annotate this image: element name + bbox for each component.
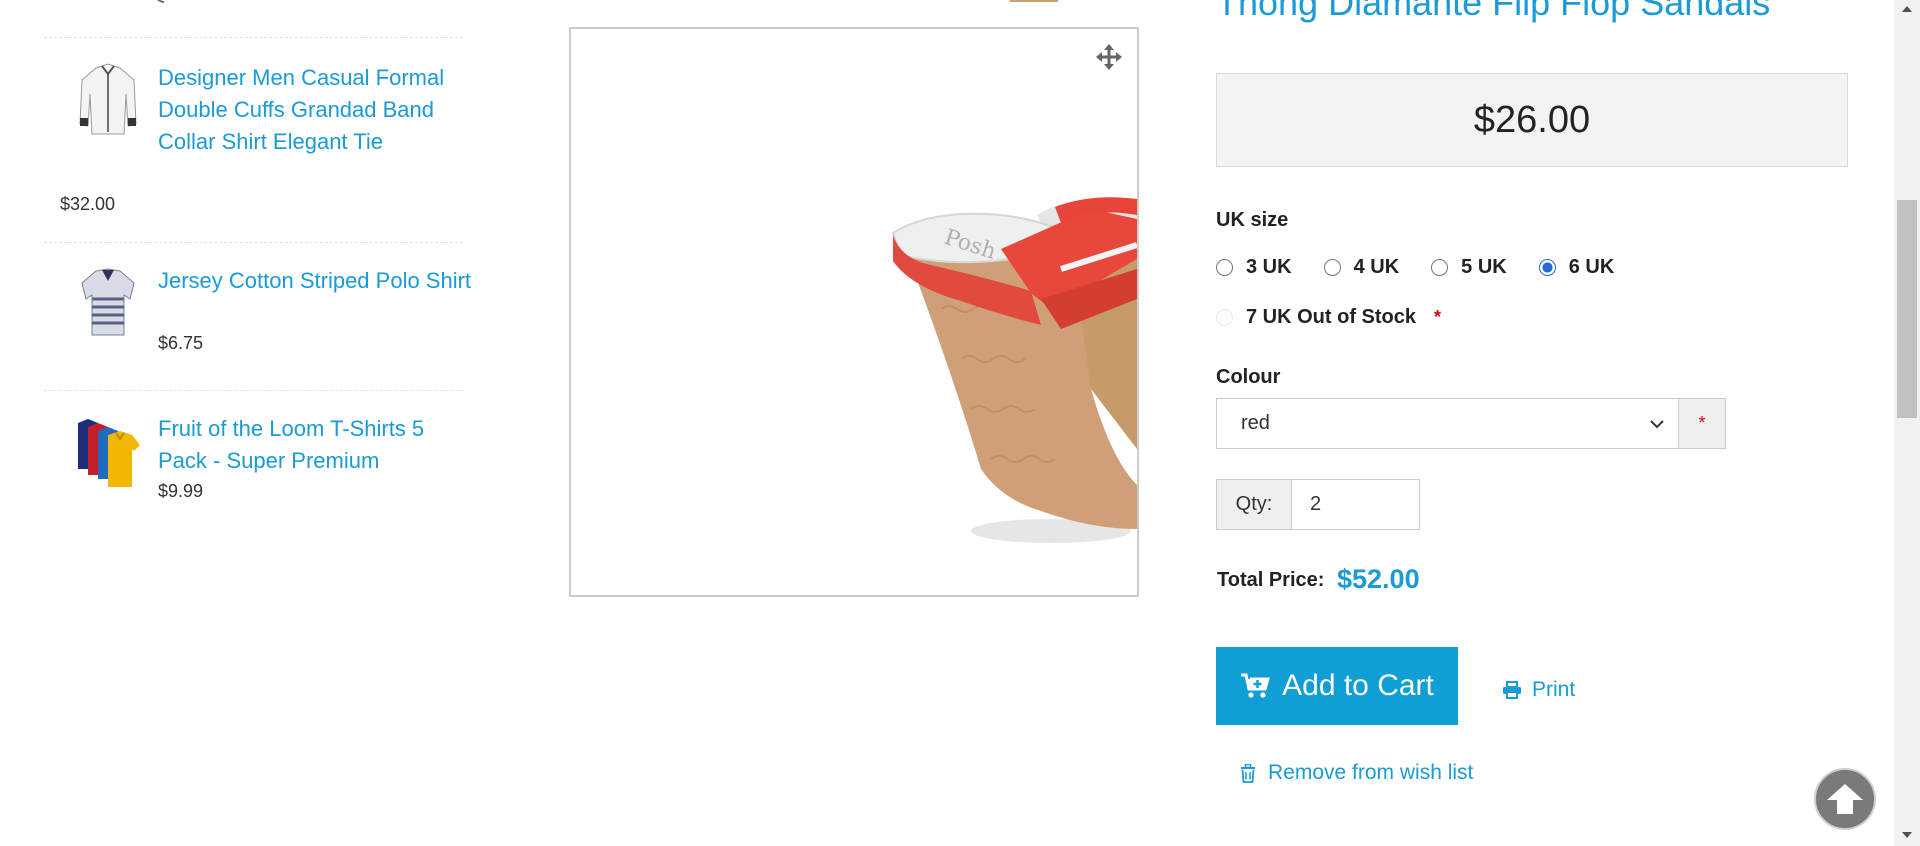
qty-label: Qty: <box>1216 479 1292 530</box>
total-price-value: $52.00 <box>1337 564 1420 594</box>
size-option-3uk[interactable]: 3 UK <box>1216 256 1292 279</box>
truncated-glyph <box>154 0 168 4</box>
sidebar-product-link[interactable]: Designer Men Casual Formal Double Cuffs … <box>158 62 478 158</box>
product-title: Thong Diamante Flip Flop Sandals <box>1216 0 1771 23</box>
polo-shirt-thumbnail[interactable] <box>74 263 142 341</box>
product-price: $26.00 <box>1473 98 1591 141</box>
add-to-cart-label: Add to Cart <box>1282 669 1434 702</box>
sidebar-product-price: $32.00 <box>60 194 116 214</box>
size-radio-3uk[interactable] <box>1216 259 1233 276</box>
price-box: $26.00 <box>1216 73 1848 167</box>
size-option-label: 5 UK <box>1461 256 1507 278</box>
sidebar-product-price: $6.75 <box>158 333 204 353</box>
size-radio-5uk[interactable] <box>1431 259 1449 276</box>
colour-selected-value: red <box>1241 412 1270 434</box>
sandal-mini-thumbnail[interactable] <box>1000 0 1064 12</box>
size-radio-4uk[interactable] <box>1323 259 1341 276</box>
size-options-row-2: 7 UK Out of Stock * <box>1216 306 1441 329</box>
required-indicator: * <box>1434 307 1442 327</box>
page-scrollbar[interactable] <box>1894 0 1920 846</box>
total-price-label: Total Price: <box>1217 569 1325 591</box>
scroll-up-arrow-icon[interactable] <box>1901 4 1913 14</box>
scroll-top-icon <box>1827 784 1863 814</box>
move-icon[interactable] <box>1095 43 1123 71</box>
product-image-zoom-viewer[interactable]: Posh <box>569 27 1139 597</box>
size-option-4uk[interactable]: 4 UK <box>1323 256 1400 279</box>
add-to-cart-button[interactable]: Add to Cart <box>1216 647 1458 725</box>
cart-icon <box>1241 673 1271 698</box>
printer-icon <box>1503 681 1521 699</box>
remove-from-wishlist-link[interactable]: Remove from wish list <box>1240 761 1473 785</box>
sandal-zoomed-image: Posh <box>571 29 1137 595</box>
required-indicator: * <box>1679 398 1726 449</box>
trash-icon <box>1241 763 1255 783</box>
chevron-down-icon <box>1650 420 1664 429</box>
size-option-7uk: 7 UK Out of Stock <box>1216 306 1416 329</box>
sidebar-product-link[interactable]: Jersey Cotton Striped Polo Shirt <box>158 265 478 297</box>
scrollbar-thumb[interactable] <box>1897 200 1917 418</box>
remove-wishlist-label: Remove from wish list <box>1268 761 1474 784</box>
quantity-input[interactable] <box>1292 479 1420 530</box>
size-option-label: 6 UK <box>1568 256 1615 278</box>
print-link[interactable]: Print <box>1502 678 1575 702</box>
size-option-label: 3 UK <box>1246 256 1292 278</box>
sidebar-product-link[interactable]: Fruit of the Loom T-Shirts 5 Pack - Supe… <box>158 413 478 477</box>
thumbnail-strip <box>570 0 1140 12</box>
sidebar-product-item: Fruit of the Loom T-Shirts 5 Pack - Supe… <box>44 391 463 531</box>
print-label: Print <box>1532 678 1576 701</box>
size-option-label: 4 UK <box>1353 256 1400 278</box>
size-option-5uk[interactable]: 5 UK <box>1431 256 1507 279</box>
sidebar-product-item: Designer Men Casual Formal Double Cuffs … <box>44 38 463 243</box>
colour-label: Colour <box>1216 366 1281 388</box>
size-option-label: 7 UK Out of Stock <box>1246 306 1417 328</box>
shirt-thumbnail[interactable] <box>74 60 142 138</box>
size-option-6uk[interactable]: 6 UK <box>1538 256 1615 279</box>
size-options-row: 3 UK 4 UK 5 UK 6 UK <box>1216 256 1646 279</box>
sidebar-product-price: $9.99 <box>158 481 204 501</box>
sidebar-product-item: Jersey Cotton Striped Polo Shirt $6.75 <box>44 243 471 391</box>
size-radio-7uk <box>1216 309 1233 326</box>
colour-select-group: red * <box>1216 398 1726 449</box>
tshirt-pack-thumbnail[interactable] <box>74 413 142 491</box>
colour-select[interactable]: red <box>1216 398 1679 449</box>
quantity-group: Qty: <box>1216 479 1420 530</box>
scroll-down-arrow-icon[interactable] <box>1901 830 1913 840</box>
scroll-to-top-button[interactable] <box>1814 768 1876 830</box>
size-radio-6uk[interactable] <box>1538 259 1556 276</box>
size-label: UK size <box>1216 209 1289 231</box>
